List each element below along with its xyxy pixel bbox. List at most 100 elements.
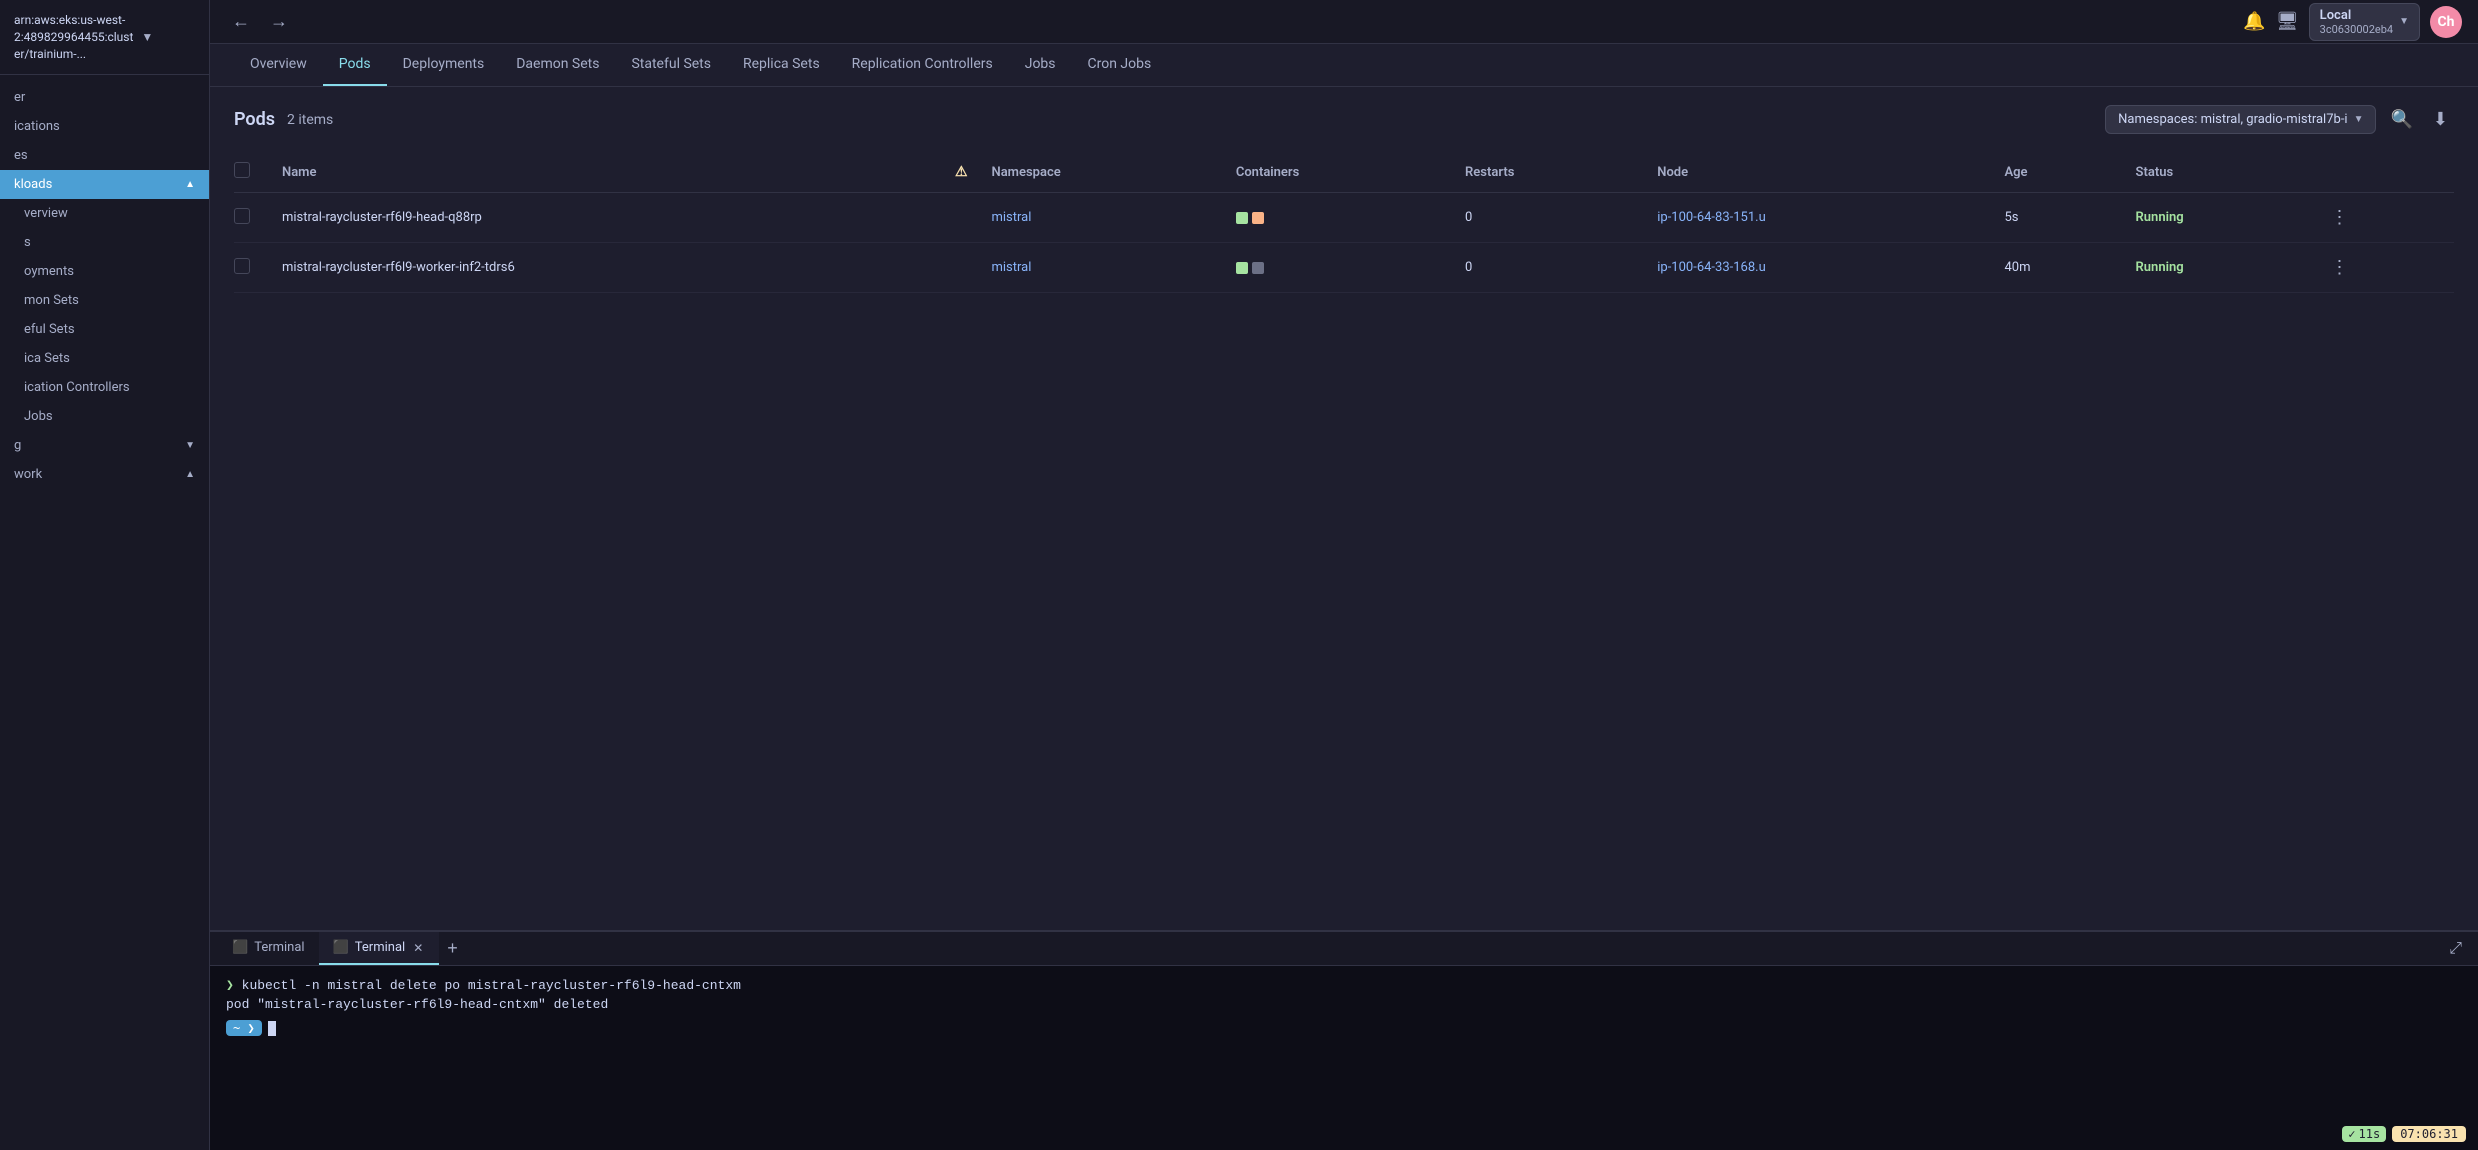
chevron-up-icon-network: ▲ bbox=[185, 469, 195, 480]
container-dot-green bbox=[1236, 212, 1248, 224]
terminal-expand-button[interactable]: ⤢ bbox=[2441, 936, 2470, 962]
row1-node[interactable]: ip-100-64-83-151.u bbox=[1645, 193, 1992, 243]
table-row: mistral-raycluster-rf6l9-head-q88rp mist… bbox=[234, 193, 2454, 243]
row2-status: Running bbox=[2124, 243, 2313, 293]
search-button[interactable]: 🔍 bbox=[2384, 103, 2418, 136]
terminal-close-button[interactable]: ✕ bbox=[411, 941, 425, 955]
row1-age: 5s bbox=[1992, 193, 2123, 243]
chevron-down-icon: ▼ bbox=[141, 30, 153, 44]
chevron-up-icon: ▲ bbox=[185, 179, 195, 190]
row2-node[interactable]: ip-100-64-33-168.u bbox=[1645, 243, 1992, 293]
sidebar: arn:aws:eks:us-west- 2:489829964455:clus… bbox=[0, 0, 210, 1150]
sidebar-item-replica-sets[interactable]: ica Sets bbox=[0, 344, 209, 373]
terminal-tab-2[interactable]: ⬛ Terminal ✕ bbox=[319, 932, 440, 965]
tab-daemon-sets[interactable]: Daemon Sets bbox=[500, 44, 615, 86]
terminal-add-button[interactable]: + bbox=[439, 934, 466, 963]
sidebar-item-daemon-sets[interactable]: mon Sets bbox=[0, 286, 209, 315]
sidebar-item-network[interactable]: work ▲ bbox=[0, 460, 209, 489]
terminal-tab-2-label: Terminal bbox=[355, 940, 405, 955]
pods-table-container: Name ⚠ Namespace Containers Restarts Nod… bbox=[210, 152, 2478, 930]
select-all-checkbox[interactable] bbox=[234, 162, 250, 178]
row1-name[interactable]: mistral-raycluster-rf6l9-head-q88rp bbox=[270, 193, 943, 243]
sidebar-context: arn:aws:eks:us-west- 2:489829964455:clus… bbox=[0, 0, 209, 75]
notification-icon[interactable]: 🔔 bbox=[2243, 11, 2265, 32]
tab-replication-controllers[interactable]: Replication Controllers bbox=[836, 44, 1009, 86]
row1-checkbox[interactable] bbox=[234, 208, 250, 224]
pods-panel: Pods 2 items Namespaces: mistral, gradio… bbox=[210, 87, 2478, 930]
col-age[interactable]: Age bbox=[1992, 152, 2123, 193]
avatar[interactable]: Ch bbox=[2430, 6, 2462, 38]
pods-header: Pods 2 items Namespaces: mistral, gradio… bbox=[210, 87, 2478, 152]
nav-buttons: ← → bbox=[226, 7, 294, 36]
terminal-cursor bbox=[268, 1021, 276, 1036]
sidebar-item-workloads[interactable]: kloads ▲ bbox=[0, 170, 209, 199]
row2-warn bbox=[943, 243, 980, 293]
row1-containers bbox=[1224, 193, 1453, 243]
sidebar-item-config[interactable]: g ▼ bbox=[0, 431, 209, 460]
sidebar-item-applications[interactable]: ications bbox=[0, 112, 209, 141]
row1-namespace-link[interactable]: mistral bbox=[992, 210, 1032, 225]
row1-node-link[interactable]: ip-100-64-83-151.u bbox=[1657, 210, 1766, 225]
back-button[interactable]: ← bbox=[226, 7, 256, 36]
chevron-down-icon-cluster: ▼ bbox=[2399, 16, 2409, 27]
row1-status: Running bbox=[2124, 193, 2313, 243]
row1-actions-cell: ⋮ bbox=[2312, 193, 2454, 243]
tab-pods[interactable]: Pods bbox=[323, 44, 387, 86]
terminal-body[interactable]: ❯ kubectl -n mistral delete po mistral-r… bbox=[210, 966, 2478, 1150]
terminal-icon-1: ⬛ bbox=[232, 940, 248, 955]
terminal-cursor-line: ~ ❯ bbox=[226, 1020, 2462, 1036]
col-containers[interactable]: Containers bbox=[1224, 152, 1453, 193]
sidebar-item-es[interactable]: es bbox=[0, 141, 209, 170]
col-name[interactable]: Name bbox=[270, 152, 943, 193]
row2-node-link[interactable]: ip-100-64-33-168.u bbox=[1657, 260, 1766, 275]
row2-more-button[interactable]: ⋮ bbox=[2324, 255, 2354, 280]
context-dropdown[interactable]: arn:aws:eks:us-west- 2:489829964455:clus… bbox=[14, 12, 195, 62]
cluster-selector[interactable]: Local 3c0630002eb4 ▼ bbox=[2309, 3, 2420, 41]
tab-cron-jobs[interactable]: Cron Jobs bbox=[1072, 44, 1168, 86]
terminal-tab-1[interactable]: ⬛ Terminal bbox=[218, 932, 319, 965]
content-area: Pods 2 items Namespaces: mistral, gradio… bbox=[210, 87, 2478, 1150]
terminal-prompt-line: ❯ kubectl -n mistral delete po mistral-r… bbox=[226, 978, 2462, 993]
chevron-down-icon-ns: ▼ bbox=[2354, 114, 2364, 125]
row2-actions-cell: ⋮ bbox=[2312, 243, 2454, 293]
col-namespace[interactable]: Namespace bbox=[980, 152, 1224, 193]
sidebar-item-er[interactable]: er bbox=[0, 83, 209, 112]
row2-restarts: 0 bbox=[1453, 243, 1645, 293]
terminal-command: kubectl -n mistral delete po mistral-ray… bbox=[242, 978, 741, 993]
row1-container-dots bbox=[1236, 212, 1441, 224]
row2-namespace-link[interactable]: mistral bbox=[992, 260, 1032, 275]
col-restarts[interactable]: Restarts bbox=[1453, 152, 1645, 193]
sidebar-item-replication-controllers[interactable]: ication Controllers bbox=[0, 373, 209, 402]
main-content: ← → 🔔 🖥 Local 3c0630002eb4 ▼ Ch Overview… bbox=[210, 0, 2478, 1150]
col-status[interactable]: Status bbox=[2124, 152, 2313, 193]
row2-namespace[interactable]: mistral bbox=[980, 243, 1224, 293]
row1-more-button[interactable]: ⋮ bbox=[2324, 205, 2354, 230]
namespace-selector[interactable]: Namespaces: mistral, gradio-mistral7b-i … bbox=[2105, 105, 2376, 134]
col-warn: ⚠ bbox=[943, 152, 980, 193]
sidebar-item-stateful-sets[interactable]: eful Sets bbox=[0, 315, 209, 344]
sidebar-item-deployments[interactable]: oyments bbox=[0, 257, 209, 286]
status-check-badge: ✓ 11s bbox=[2342, 1126, 2386, 1142]
namespace-selector-label: Namespaces: mistral, gradio-mistral7b-i bbox=[2118, 112, 2347, 127]
cluster-info: Local 3c0630002eb4 bbox=[2320, 8, 2393, 36]
download-button[interactable]: ⬇ bbox=[2427, 103, 2454, 136]
tab-deployments[interactable]: Deployments bbox=[387, 44, 501, 86]
tab-replica-sets[interactable]: Replica Sets bbox=[727, 44, 836, 86]
tab-overview[interactable]: Overview bbox=[234, 44, 323, 86]
tab-jobs[interactable]: Jobs bbox=[1009, 44, 1072, 86]
sidebar-item-jobs-label[interactable]: Jobs bbox=[0, 402, 209, 431]
row1-namespace[interactable]: mistral bbox=[980, 193, 1224, 243]
row2-checkbox[interactable] bbox=[234, 258, 250, 274]
monitor-icon[interactable]: 🖥 bbox=[2276, 11, 2299, 32]
sidebar-item-overview[interactable]: verview bbox=[0, 199, 209, 228]
forward-button[interactable]: → bbox=[264, 7, 294, 36]
row2-name[interactable]: mistral-raycluster-rf6l9-worker-inf2-tdr… bbox=[270, 243, 943, 293]
sidebar-item-s[interactable]: s bbox=[0, 228, 209, 257]
cluster-id: 3c0630002eb4 bbox=[2320, 23, 2393, 36]
terminal-tabs-bar: ⬛ Terminal ⬛ Terminal ✕ + ⤢ bbox=[210, 932, 2478, 966]
prompt-arrow: ❯ bbox=[226, 978, 242, 993]
sidebar-navigation: er ications es kloads ▲ verview s oyment… bbox=[0, 75, 209, 497]
status-time-badge: 07:06:31 bbox=[2392, 1126, 2466, 1142]
col-node[interactable]: Node bbox=[1645, 152, 1992, 193]
tab-stateful-sets[interactable]: Stateful Sets bbox=[615, 44, 727, 86]
